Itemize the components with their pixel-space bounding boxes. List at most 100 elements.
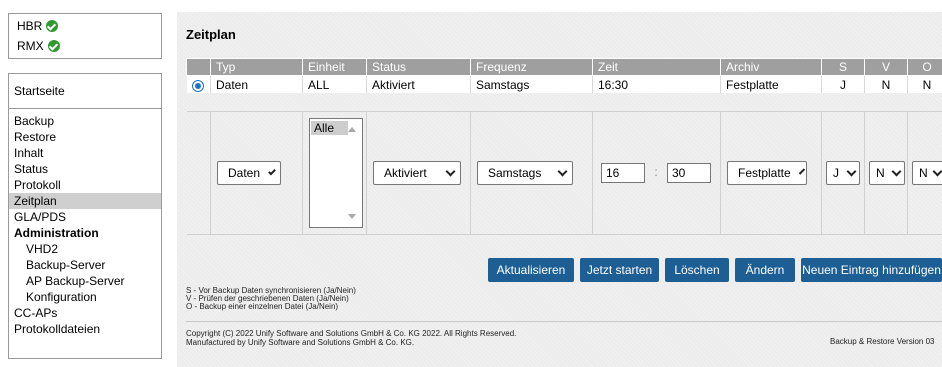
- archiv-select-value: Festplatte: [738, 166, 791, 181]
- sidebar-divider: [9, 108, 161, 109]
- status-rmx: RMX: [9, 36, 161, 56]
- sidebar-item-startseite[interactable]: Startseite: [9, 77, 161, 105]
- scroll-down-arrow-icon[interactable]: [348, 214, 356, 220]
- edit-o-cell: N: [907, 111, 942, 235]
- sidebar-item-gla-pds[interactable]: GLA/PDS: [9, 209, 161, 225]
- s-select-value: J: [833, 166, 839, 181]
- cell-o: N: [907, 75, 942, 93]
- delete-button[interactable]: Löschen: [665, 258, 729, 282]
- check-circle-icon: [47, 40, 60, 52]
- cell-s: J: [821, 75, 865, 93]
- typ-select-value: Daten: [228, 166, 261, 181]
- col-typ: Typ: [210, 57, 303, 77]
- sidebar-item-status[interactable]: Status: [9, 161, 161, 177]
- v-select-value: N: [876, 166, 885, 181]
- check-circle-icon: [46, 20, 59, 32]
- frequenz-select-value: Samstags: [488, 166, 542, 181]
- sidebar-item-konfiguration[interactable]: Konfiguration: [9, 289, 161, 305]
- archiv-select[interactable]: Festplatte: [727, 161, 807, 186]
- col-frequenz: Frequenz: [470, 57, 593, 77]
- cell-zeit: 16:30: [592, 75, 721, 93]
- edit-einheit-cell: Alle: [302, 111, 367, 235]
- col-select: [186, 57, 211, 77]
- status-rmx-label: RMX: [17, 39, 44, 53]
- sidebar-item-ap-backup-server[interactable]: AP Backup-Server: [9, 273, 161, 289]
- minute-input[interactable]: 30: [667, 163, 711, 184]
- edit-s-cell: J: [821, 111, 865, 235]
- edit-v-cell: N: [864, 111, 908, 235]
- row-select-cell: [186, 75, 211, 93]
- cell-einheit: ALL: [302, 75, 367, 93]
- change-button[interactable]: Ändern: [735, 258, 795, 282]
- scroll-up-arrow-icon[interactable]: [348, 127, 356, 133]
- chevron-down-icon: [557, 166, 568, 177]
- sidebar-item-restore[interactable]: Restore: [9, 129, 161, 145]
- edit-zeit-cell: 16:30: [592, 111, 721, 235]
- einheit-option-alle[interactable]: Alle: [311, 121, 348, 136]
- system-status-box: HBR RMX: [8, 13, 162, 59]
- table-header-row: Typ Einheit Status Frequenz Zeit Archiv …: [186, 57, 942, 77]
- sidebar-item-backup[interactable]: Backup: [9, 113, 161, 129]
- start-now-button[interactable]: Jetzt starten: [580, 258, 659, 282]
- status-select-value: Aktiviert: [384, 166, 427, 181]
- col-o: O: [907, 57, 942, 77]
- edit-frequenz-cell: Samstags: [470, 111, 593, 235]
- chevron-down-icon: [445, 166, 456, 177]
- edit-archiv-cell: Festplatte: [720, 111, 822, 235]
- sidebar-item-backup-server[interactable]: Backup-Server: [9, 257, 161, 273]
- sidebar-item-vhd2[interactable]: VHD2: [9, 241, 161, 257]
- o-select[interactable]: N: [912, 161, 942, 186]
- status-hbr-label: HBR: [17, 19, 43, 33]
- edit-typ-cell: Daten: [210, 111, 303, 235]
- chevron-down-icon: [932, 166, 942, 177]
- col-archiv: Archiv: [720, 57, 822, 77]
- footer-divider: [186, 321, 942, 322]
- cell-status: Aktiviert: [366, 75, 471, 93]
- typ-select[interactable]: Daten: [217, 161, 281, 186]
- legend: S - Vor Backup Daten synchronisieren (Ja…: [186, 287, 356, 311]
- sidebar-item-protokoll[interactable]: Protokoll: [9, 177, 161, 193]
- cell-archiv: Festplatte: [720, 75, 822, 93]
- update-button[interactable]: Aktualisieren: [488, 258, 574, 282]
- sidebar-menu-list: Backup Restore Inhalt Status Protokoll Z…: [9, 113, 161, 337]
- legend-o: O - Backup einer einzelnen Datei (Ja/Nei…: [186, 302, 339, 311]
- page-title: Zeitplan: [186, 27, 236, 42]
- o-select-value: N: [919, 166, 928, 181]
- col-zeit: Zeit: [592, 57, 721, 77]
- sidebar-item-zeitplan[interactable]: Zeitplan: [9, 193, 161, 209]
- col-v: V: [864, 57, 908, 77]
- main-panel: Zeitplan Typ Einheit Status Frequenz Zei…: [177, 12, 942, 367]
- row-radio-button[interactable]: [191, 79, 204, 92]
- schedule-table: Typ Einheit Status Frequenz Zeit Archiv …: [186, 57, 942, 235]
- edit-status-cell: Aktiviert: [366, 111, 471, 235]
- frequenz-select[interactable]: Samstags: [477, 161, 573, 186]
- sidebar-item-protokolldateien[interactable]: Protokolldateien: [9, 321, 161, 337]
- sidebar-item-cc-aps[interactable]: CC-APs: [9, 305, 161, 321]
- col-s: S: [821, 57, 865, 77]
- copyright: Copyright (C) 2022 Unify Software and So…: [186, 329, 516, 347]
- table-spacer: [187, 93, 942, 112]
- time-separator: :: [654, 165, 658, 180]
- cell-typ: Daten: [210, 75, 303, 93]
- table-row[interactable]: Daten ALL Aktiviert Samstags 16:30 Festp…: [186, 75, 942, 93]
- edit-row: Daten Alle Aktiviert Samstags 16: 30 Fe…: [186, 111, 942, 235]
- sidebar-section-administration: Administration: [14, 226, 99, 240]
- s-select[interactable]: J: [826, 161, 860, 186]
- chevron-down-icon: [891, 166, 902, 177]
- sidebar-item-inhalt[interactable]: Inhalt: [9, 145, 161, 161]
- chevron-down-icon: [798, 168, 805, 175]
- cell-v: N: [864, 75, 908, 93]
- copyright-line-1: Copyright (C) 2022 Unify Software and So…: [186, 329, 517, 338]
- copyright-line-2: Manufactured by Unify Software and Solut…: [186, 338, 415, 347]
- hour-input[interactable]: 16: [601, 163, 645, 184]
- v-select[interactable]: N: [869, 161, 905, 186]
- status-select[interactable]: Aktiviert: [373, 161, 461, 186]
- einheit-listbox[interactable]: Alle: [309, 118, 363, 229]
- col-status: Status: [366, 57, 471, 77]
- version-label: Backup & Restore Version 03: [830, 337, 935, 346]
- status-hbr: HBR: [9, 16, 161, 36]
- cell-frequenz: Samstags: [470, 75, 593, 93]
- add-entry-button[interactable]: Neuen Eintrag hinzufügen: [801, 258, 942, 282]
- chevron-down-icon: [846, 166, 857, 177]
- sidebar-nav: Startseite Backup Restore Inhalt Status …: [8, 73, 162, 359]
